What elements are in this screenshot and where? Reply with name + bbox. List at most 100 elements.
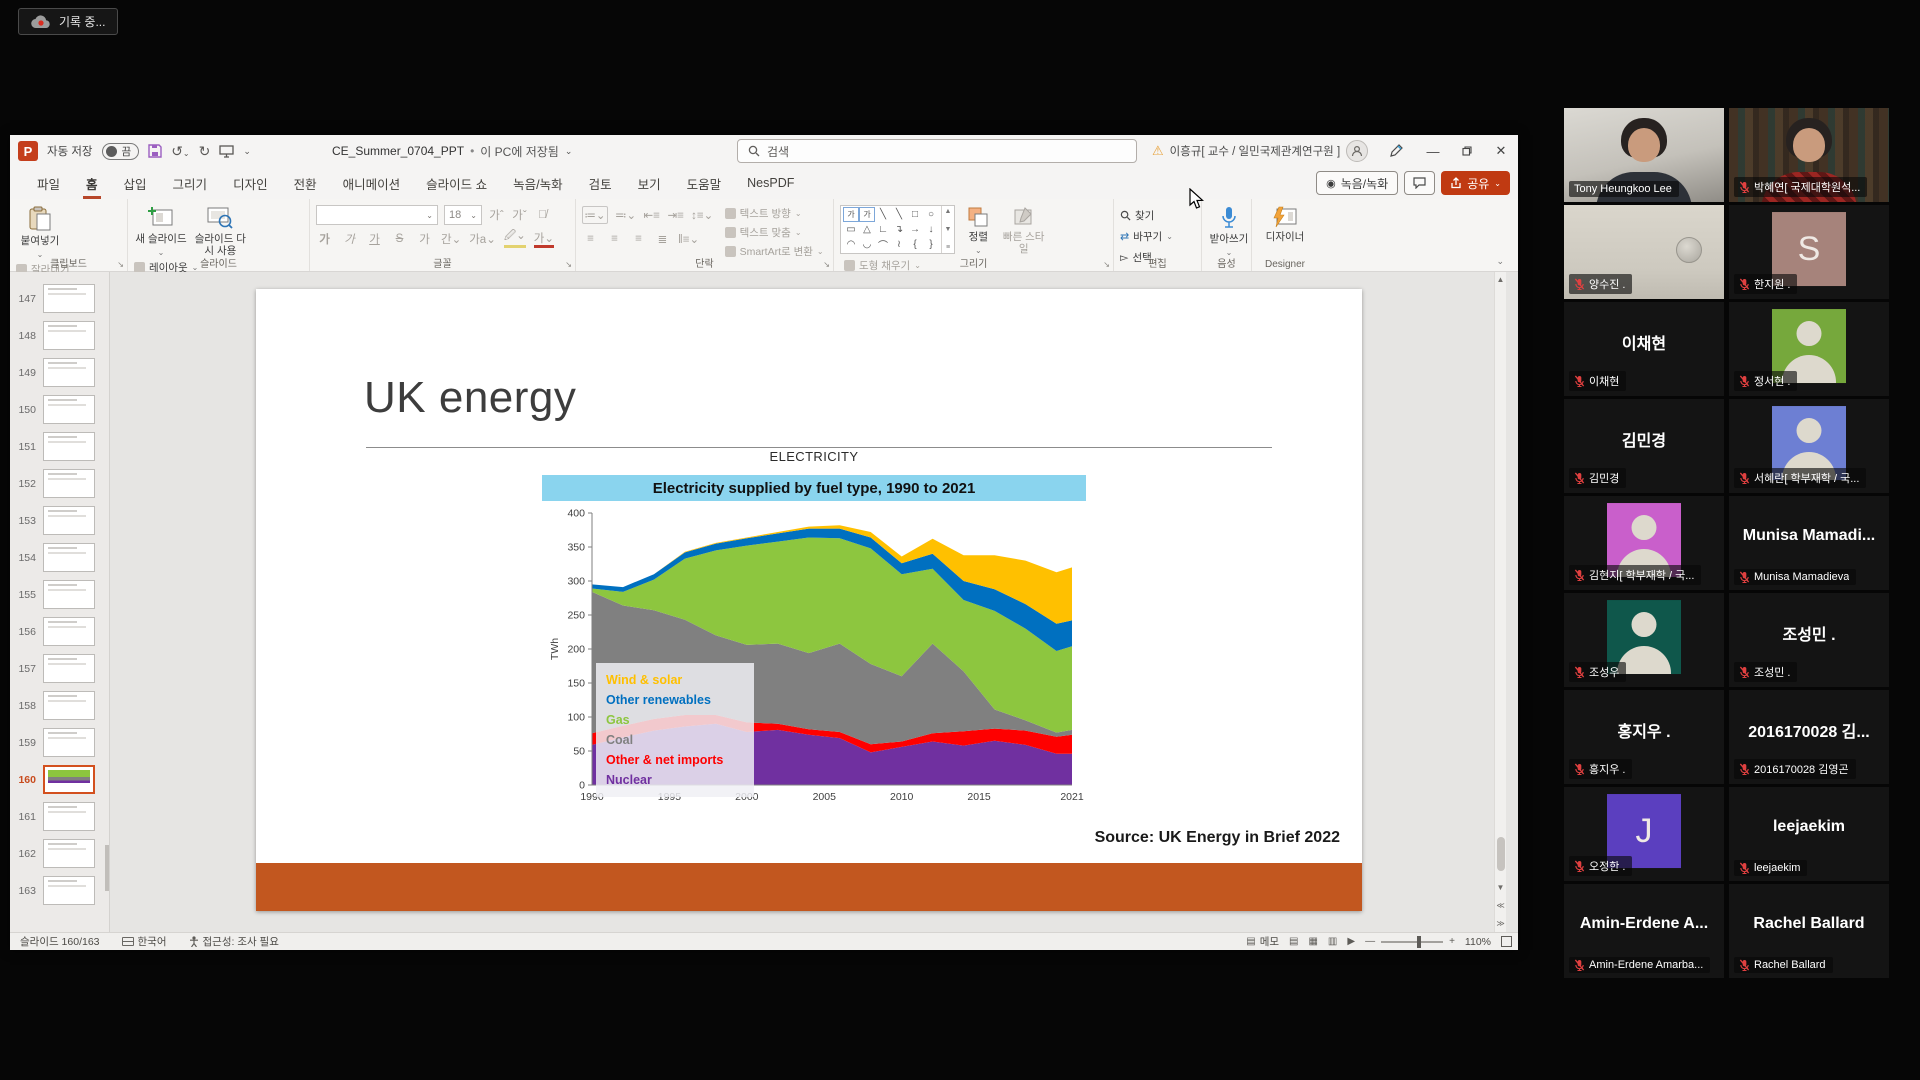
accessibility-status[interactable]: 접근성: 조사 필요 [189,934,279,949]
save-icon[interactable] [148,144,162,158]
tab-홈[interactable]: 홈 [73,167,111,199]
fit-to-window-icon[interactable] [1501,936,1512,947]
language-status[interactable]: 한국어 [122,934,167,949]
participant-tile[interactable]: Amin-Erdene A...Amin-Erdene Amarba... [1564,884,1724,978]
redo-icon[interactable]: ↻ [199,143,211,160]
thumbnail-row[interactable]: 153 [10,502,109,539]
decrease-indent-button[interactable]: ⇤≡ [643,206,660,224]
ink-pen-icon[interactable] [1388,143,1404,159]
normal-view-button[interactable]: ▤ [1289,936,1298,947]
tab-전환[interactable]: 전환 [281,167,330,199]
font-size-combo[interactable]: 18⌄ [444,205,482,225]
justify-button[interactable]: ≣ [654,230,671,248]
undo-icon[interactable]: ↺⌄ [171,143,189,160]
font-name-combo[interactable]: ⌄ [316,205,438,225]
participant-tile[interactable]: 정서현 . [1729,302,1889,396]
thumbnail-row[interactable]: 157 [10,650,109,687]
replace-button[interactable]: ⇄ 바꾸기 ⌄ [1120,228,1173,245]
thumbnail-preview[interactable] [43,358,95,387]
thumbnail-row[interactable]: 162 [10,835,109,872]
slide[interactable]: UK energy ELECTRICITY Electricity suppli… [256,289,1362,911]
thumbnail-preview[interactable] [43,802,95,831]
grow-font-button[interactable]: 가ˆ [488,206,505,224]
text-shadow-button[interactable]: 가 [416,230,433,248]
paste-button[interactable]: 붙여넣기 ⌄ [16,203,64,259]
thumbnail-preview[interactable] [43,654,95,683]
slideshow-view-button[interactable]: ▶ [1347,936,1355,947]
participant-tile[interactable]: 박혜연[ 국제대학원석... [1729,108,1889,202]
thumbnail-preview[interactable] [43,469,95,498]
thumbnail-row[interactable]: 147 [10,280,109,317]
thumbnail-row[interactable]: 160 [10,761,109,798]
recording-indicator[interactable]: 기록 중... [18,8,118,35]
thumbnail-preview[interactable] [43,617,95,646]
participant-tile[interactable]: 2016170028 김...2016170028 김영곤 [1729,690,1889,784]
canvas-scrollbar[interactable]: ▲ ▼ ≪ ≫ [1494,272,1506,932]
participant-tile[interactable]: 조성민 .조성민 . [1729,593,1889,687]
participant-tile[interactable]: 이채현이채현 [1564,302,1724,396]
thumbnail-row[interactable]: 151 [10,428,109,465]
find-button[interactable]: 찾기 [1120,207,1173,224]
maximize-button[interactable] [1450,135,1484,167]
notes-button[interactable]: ▤ 메모 [1246,934,1279,949]
bold-button[interactable]: 가 [316,230,333,248]
font-dialog-launcher[interactable]: ↘ [565,260,572,269]
thumbnail-preview[interactable] [43,395,95,424]
designer-button[interactable]: 디자이너 [1258,203,1312,243]
participant-tile[interactable]: 김현지[ 학부재학 / 국... [1564,496,1724,590]
thumbnail-row[interactable]: 154 [10,539,109,576]
zoom-slider-thumb[interactable] [1417,936,1421,948]
numbering-button[interactable]: ≕⌄ [615,206,636,224]
thumbnail-row[interactable]: 158 [10,687,109,724]
thumbnail-row[interactable]: 163 [10,872,109,909]
clear-formatting-button[interactable]: 가̸ [534,206,551,224]
thumbnail-row[interactable]: 149 [10,354,109,391]
tab-애니메이션[interactable]: 애니메이션 [330,167,414,199]
account-avatar[interactable] [1346,140,1368,162]
powerpoint-logo-icon[interactable]: P [18,141,38,161]
close-button[interactable]: ✕ [1484,135,1518,167]
tab-보기[interactable]: 보기 [625,167,674,199]
thumbnail-preview[interactable] [43,876,95,905]
slide-title[interactable]: UK energy [364,373,576,423]
tab-녹음/녹화[interactable]: 녹음/녹화 [500,167,575,199]
thumbnail-preview[interactable] [43,543,95,572]
thumbnail-preview[interactable] [43,839,95,868]
minimize-button[interactable]: — [1416,135,1450,167]
text-direction-button[interactable]: 텍스트 방향 ⌄ [725,205,824,222]
slide-thumbnail-panel[interactable]: 1471481491501511521531541551561571581591… [10,272,110,932]
thumbnail-preview[interactable] [43,728,95,757]
participant-tile[interactable]: Tony Heungkoo Lee [1564,108,1724,202]
participant-tile[interactable]: 서혜란[ 학부재학 / 국... [1729,399,1889,493]
columns-button[interactable]: ‖≡⌄ [678,230,699,248]
participant-tile[interactable]: 양수진 . [1564,205,1724,299]
search-input[interactable]: 검색 [737,139,1137,163]
participant-tile[interactable]: S한지원 . [1729,205,1889,299]
thumbnail-row[interactable]: 161 [10,798,109,835]
new-slide-button[interactable]: 새 슬라이드 ⌄ [134,203,188,257]
clipboard-dialog-launcher[interactable]: ↘ [117,260,124,269]
collapse-ribbon-icon[interactable]: ⌄ [1496,256,1504,267]
autosave-toggle[interactable]: 끔 [102,143,140,160]
document-title[interactable]: CE_Summer_0704_PPT • 이 PC에 저장됨 ⌄ [332,135,572,167]
thumbnail-preview[interactable] [43,765,95,794]
zoom-control[interactable]: — + [1365,936,1455,947]
thumbnail-row[interactable]: 155 [10,576,109,613]
italic-button[interactable]: 가 [341,230,358,248]
comments-button[interactable] [1404,171,1435,195]
scroll-up-icon[interactable]: ▲ [1497,272,1505,286]
tab-그리기[interactable]: 그리기 [160,167,221,199]
participant-tile[interactable]: 김민경김민경 [1564,399,1724,493]
arrange-button[interactable]: 정렬 ⌄ [958,203,998,255]
align-left-button[interactable]: ≡ [582,230,599,248]
reading-view-button[interactable]: ▥ [1328,936,1337,947]
slide-number-status[interactable]: 슬라이드 160/163 [20,934,100,949]
thumbnail-preview[interactable] [43,691,95,720]
qat-overflow-icon[interactable]: ⌄ [243,146,251,157]
thumbnail-preview[interactable] [43,580,95,609]
thumbnail-row[interactable]: 156 [10,613,109,650]
slideshow-icon[interactable] [219,145,234,158]
participant-tile[interactable]: Munisa Mamadi...Munisa Mamadieva [1729,496,1889,590]
line-spacing-button[interactable]: ↕≡⌄ [691,206,713,224]
participant-tile[interactable]: Rachel BallardRachel Ballard [1729,884,1889,978]
